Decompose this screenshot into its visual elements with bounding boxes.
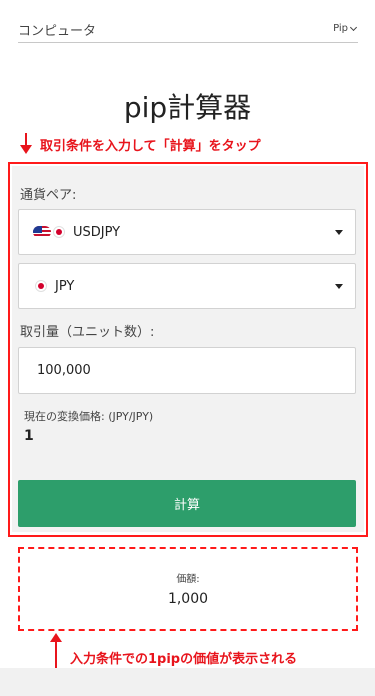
arrow-down-icon [20,133,32,155]
conversion-rate-label: 現在の変換価格: (JPY/JPY) [24,410,154,423]
us-flag-icon [33,226,51,238]
account-currency-value: JPY [55,278,75,294]
trade-amount-label: 取引量（ユニット数）: [20,325,155,340]
annotation-top-text: 取引条件を入力して「計算」をタップ [40,138,261,154]
currency-pair-select[interactable]: USDJPY [18,209,356,255]
result-panel: 価額: 1,000 [18,547,358,631]
conversion-rate-value: 1 [24,428,34,444]
pair-flags [33,226,65,238]
result-value: 1,000 [167,590,209,607]
calculate-button[interactable]: 計算 [18,480,356,527]
annotation-bottom: 入力条件での1pipの価値が表示される [50,633,297,673]
currency-flag [33,280,47,292]
dropdown-caret-icon [335,284,343,289]
nav-category[interactable]: コンピュータ [18,20,96,39]
chevron-down-icon [349,23,358,31]
pip-menu-label: Pip [333,23,348,34]
trade-amount-field[interactable] [18,347,356,394]
top-nav: コンピュータ Pip [18,0,358,43]
annotation-bottom-text: 入力条件での1pipの価値が表示される [70,652,298,667]
trade-amount-input[interactable] [37,363,355,378]
annotation-top: 取引条件を入力して「計算」をタップ [20,133,261,155]
japan-flag-icon [35,280,47,292]
japan-flag-icon [53,226,65,238]
currency-pair-label: 通貨ペア: [20,188,77,203]
footer-strip [0,668,375,696]
page-title: pip計算器 [123,91,252,124]
result-label: 価額: [176,573,200,585]
account-currency-select[interactable]: JPY [18,263,356,309]
pip-menu[interactable]: Pip [333,23,358,34]
arrow-up-icon [50,633,62,673]
currency-pair-value: USDJPY [73,224,121,240]
dropdown-caret-icon [335,230,343,235]
